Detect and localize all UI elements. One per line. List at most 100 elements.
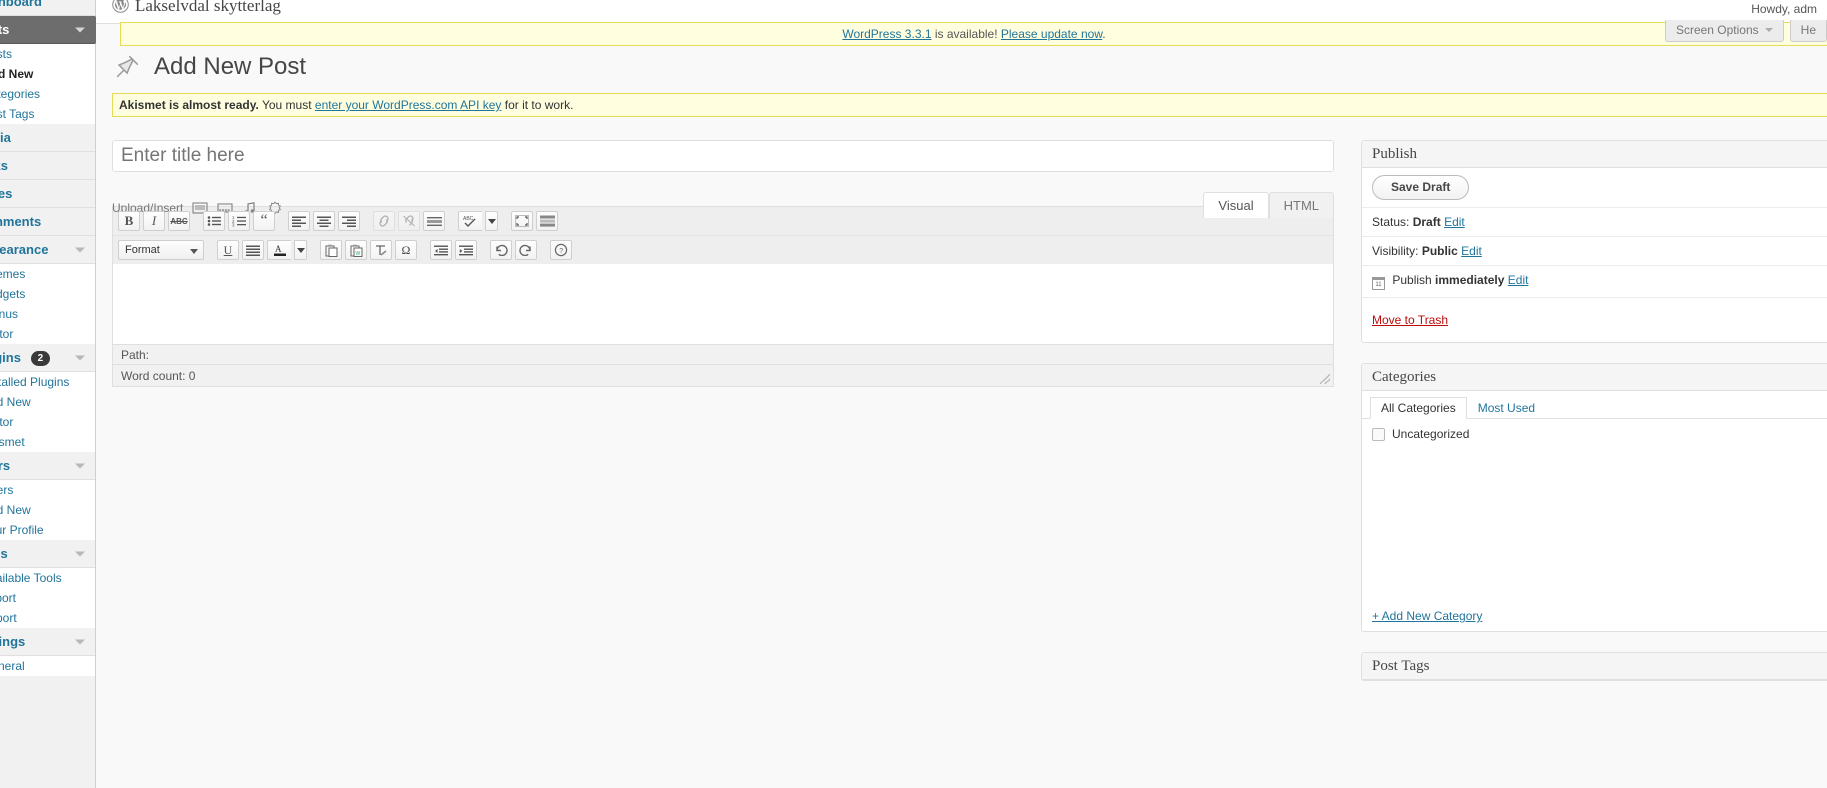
admin-bar: Lakselvdal skytterlag Howdy, adm <box>96 0 1827 24</box>
fullscreen-icon[interactable] <box>511 211 533 231</box>
sidebar-item-label: Links <box>0 158 8 173</box>
insert-link-icon[interactable] <box>373 211 395 231</box>
sidebar-subitem-available-tools[interactable]: Available Tools <box>0 568 95 588</box>
please-update-link[interactable]: Please update now <box>1001 27 1102 41</box>
pin-icon <box>116 55 139 78</box>
sidebar-subitem-editor[interactable]: Editor <box>0 412 95 432</box>
sidebar-item-users[interactable]: Users <box>0 452 95 480</box>
insert-more-tag-icon[interactable] <box>423 211 445 231</box>
sidebar-subitem-your-profile[interactable]: Your Profile <box>0 520 95 540</box>
paste-from-word-icon[interactable]: W <box>345 240 367 260</box>
paste-as-text-icon[interactable] <box>320 240 342 260</box>
edit-publish-date-link[interactable]: Edit <box>1508 273 1529 287</box>
sidebar-subitem-export[interactable]: Export <box>0 608 95 628</box>
help-icon[interactable]: ? <box>550 240 572 260</box>
sidebar-subitem-widgets[interactable]: Widgets <box>0 284 95 304</box>
edit-visibility-link[interactable]: Edit <box>1461 244 1482 258</box>
site-title[interactable]: Lakselvdal skytterlag <box>112 0 281 16</box>
move-to-trash-link[interactable]: Move to Trash <box>1372 313 1448 327</box>
sidebar-subitem-themes[interactable]: Themes <box>0 264 95 284</box>
post-status-row: Status: Draft Edit <box>1362 208 1827 237</box>
indent-icon[interactable] <box>455 240 477 260</box>
tab-most-used[interactable]: Most Used <box>1467 397 1546 419</box>
underline-icon[interactable]: U <box>217 240 239 260</box>
chevron-down-icon <box>75 355 85 360</box>
page-title: Add New Post <box>154 53 307 80</box>
blockquote-icon[interactable]: “ <box>253 211 275 231</box>
bold-icon[interactable]: B <box>118 211 140 231</box>
strikethrough-icon[interactable]: ABC <box>168 211 190 231</box>
sidebar-subitem-general[interactable]: General <box>0 656 95 676</box>
unlink-icon[interactable] <box>398 211 420 231</box>
redo-icon[interactable] <box>515 240 537 260</box>
post-status-label: Status: <box>1372 215 1410 229</box>
align-justify-icon[interactable] <box>242 240 264 260</box>
editor-toolbar-row-1: B I ABC 123 “ ABC <box>113 207 1333 236</box>
sidebar-subitem-add-new[interactable]: Add New <box>0 64 95 84</box>
wordpress-version-link[interactable]: WordPress 3.3.1 <box>842 27 931 41</box>
sidebar-item-comments[interactable]: Comments 159,993 <box>0 208 95 259</box>
akismet-api-key-link[interactable]: enter your WordPress.com API key <box>315 98 502 112</box>
category-checkbox[interactable] <box>1372 427 1385 441</box>
word-count-row: Word count: 0 <box>113 364 1333 386</box>
italic-icon[interactable]: I <box>143 211 165 231</box>
sidebar-item-dashboard[interactable]: Dashboard <box>0 0 95 16</box>
word-count-label: Word count: 0 <box>121 369 196 383</box>
sidebar-item-media[interactable]: Media <box>0 124 95 152</box>
align-right-icon[interactable] <box>338 211 360 231</box>
category-item-uncategorized[interactable]: Uncategorized <box>1372 427 1827 441</box>
edit-status-link[interactable]: Edit <box>1444 215 1465 229</box>
sidebar-item-label: Tools <box>0 546 8 561</box>
help-tab[interactable]: He <box>1789 20 1827 42</box>
post-visibility-value: Public <box>1421 244 1458 258</box>
editor-wrap: Upload/Insert Visual HTML B I ABC 1 2 3 … <box>112 192 1334 387</box>
sidebar-subitem-users[interactable]: Users <box>0 480 95 500</box>
post-title-input[interactable] <box>113 141 1333 171</box>
sidebar-subitem-post-tags[interactable]: Post Tags <box>0 104 95 124</box>
tab-visual[interactable]: Visual <box>1203 192 1269 218</box>
sidebar-item-links[interactable]: Links <box>0 152 95 180</box>
unordered-list-icon[interactable] <box>203 211 225 231</box>
spellcheck-icon[interactable]: ABC <box>458 211 482 231</box>
howdy-user[interactable]: Howdy, adm <box>1751 2 1817 16</box>
kitchen-sink-icon[interactable] <box>536 211 558 231</box>
sidebar-subitem-posts[interactable]: Posts <box>0 44 95 64</box>
text-color-dropdown-caret-icon[interactable] <box>294 240 307 260</box>
editor-content-area[interactable] <box>113 264 1333 344</box>
ordered-list-icon[interactable]: 123 <box>228 211 250 231</box>
sidebar-item-tools[interactable]: Tools <box>0 540 95 568</box>
sidebar-subitem-editor[interactable]: Editor <box>0 324 95 344</box>
add-new-category-link[interactable]: + Add New Category <box>1372 609 1482 623</box>
sidebar-subitem-import[interactable]: Import <box>0 588 95 608</box>
editor-resize-handle[interactable] <box>1320 374 1330 384</box>
sidebar-subitem-categories[interactable]: Categories <box>0 84 95 104</box>
align-center-icon[interactable] <box>313 211 335 231</box>
sidebar-item-pages[interactable]: Pages <box>0 180 95 208</box>
post-visibility-label: Visibility: <box>1372 244 1419 258</box>
spellcheck-dropdown-caret-icon[interactable] <box>485 211 498 231</box>
submenu-users: Users Add New Your Profile <box>0 480 95 540</box>
save-draft-button[interactable]: Save Draft <box>1372 175 1470 200</box>
undo-icon[interactable] <box>490 240 512 260</box>
tab-all-categories[interactable]: All Categories <box>1370 397 1467 419</box>
sidebar-item-plugins[interactable]: Plugins 2 <box>0 344 95 372</box>
format-select[interactable]: Format <box>118 240 204 260</box>
sidebar-subitem-akismet-configuration[interactable]: Akismet Configuration <box>0 432 95 469</box>
sidebar-subitem-installed-plugins[interactable]: Installed Plugins <box>0 372 95 392</box>
plugins-update-badge: 2 <box>30 351 51 367</box>
align-left-icon[interactable] <box>288 211 310 231</box>
remove-formatting-icon[interactable] <box>370 240 392 260</box>
text-color-icon[interactable]: A <box>267 240 291 260</box>
insert-character-icon[interactable]: Ω <box>395 240 417 260</box>
outdent-icon[interactable] <box>430 240 452 260</box>
screen-options-tab[interactable]: Screen Options <box>1664 20 1784 42</box>
tab-html[interactable]: HTML <box>1268 192 1334 218</box>
sidebar-subitem-menus[interactable]: Menus <box>0 304 95 324</box>
sidebar-subitem-add-new[interactable]: Add New <box>0 392 95 412</box>
sidebar-item-settings[interactable]: Settings <box>0 628 95 656</box>
screen-meta-tabs: Screen Options He <box>1664 20 1827 42</box>
sidebar-item-appearance[interactable]: Appearance <box>0 236 95 264</box>
sidebar-item-posts[interactable]: Posts <box>0 16 107 44</box>
post-tags-metabox: Post Tags <box>1361 652 1827 681</box>
sidebar-subitem-add-new[interactable]: Add New <box>0 500 95 520</box>
